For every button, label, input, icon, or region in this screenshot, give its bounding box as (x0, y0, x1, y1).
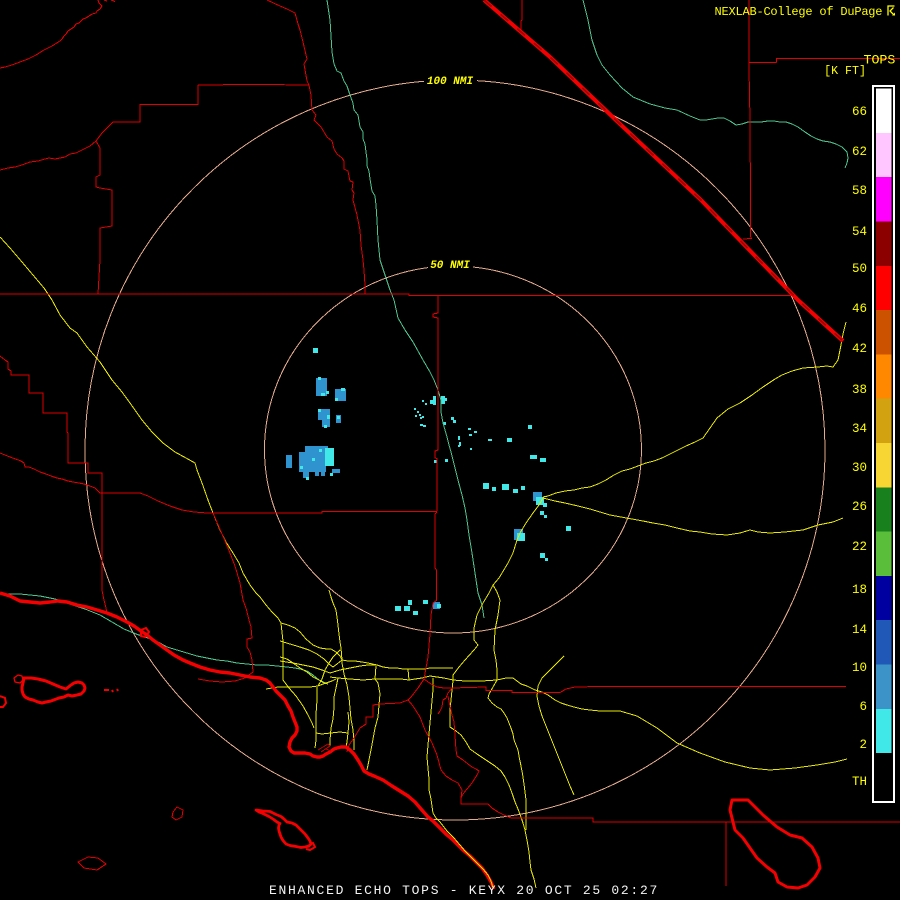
svg-text:NEXLAB-College of DuPage: NEXLAB-College of DuPage (715, 5, 883, 19)
svg-text:42: 42 (852, 342, 867, 356)
svg-text:62: 62 (852, 145, 867, 159)
svg-text:50 NMI: 50 NMI (430, 260, 470, 272)
svg-text:6: 6 (859, 700, 867, 714)
svg-text:66: 66 (852, 105, 867, 119)
svg-text:[K FT]: [K FT] (824, 65, 866, 78)
svg-text:34: 34 (852, 422, 867, 436)
svg-text:18: 18 (852, 583, 867, 597)
svg-text:TH: TH (852, 775, 867, 789)
svg-text:10: 10 (852, 661, 867, 675)
svg-text:22: 22 (852, 540, 867, 554)
svg-text:TOPS: TOPS (863, 52, 895, 67)
svg-text:ENHANCED ECHO TOPS - KEYX 20 O: ENHANCED ECHO TOPS - KEYX 20 OCT 25 02:2… (269, 883, 659, 898)
svg-text:38: 38 (852, 383, 867, 397)
svg-text:50: 50 (852, 262, 867, 276)
svg-text:30: 30 (852, 461, 867, 475)
svg-text:58: 58 (852, 184, 867, 198)
svg-text:26: 26 (852, 500, 867, 514)
svg-text:46: 46 (852, 302, 867, 316)
svg-text:54: 54 (852, 225, 867, 239)
svg-text:14: 14 (852, 623, 867, 637)
svg-text:100 NMI: 100 NMI (427, 76, 474, 88)
svg-text:2: 2 (859, 738, 867, 752)
